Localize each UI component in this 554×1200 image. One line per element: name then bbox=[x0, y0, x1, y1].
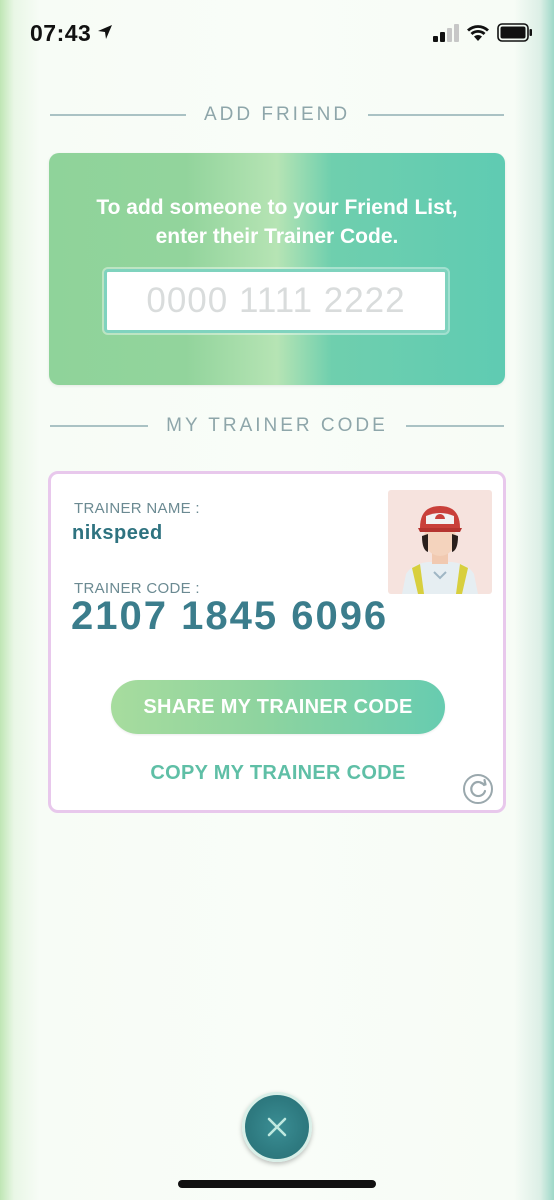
my-trainer-code-header: MY TRAINER CODE bbox=[50, 411, 505, 441]
trainer-avatar bbox=[388, 490, 492, 594]
header-divider bbox=[405, 425, 505, 427]
trainer-avatar-icon bbox=[402, 506, 478, 594]
add-friend-header: ADD FRIEND bbox=[50, 100, 504, 130]
header-divider bbox=[50, 425, 149, 427]
close-icon bbox=[267, 1117, 287, 1137]
trainer-name: nikspeed bbox=[72, 522, 163, 544]
signal-icon bbox=[433, 24, 459, 42]
refresh-icon[interactable] bbox=[462, 773, 494, 805]
header-divider bbox=[368, 114, 504, 116]
share-trainer-code-button[interactable]: SHARE MY TRAINER CODE bbox=[111, 680, 445, 734]
location-arrow-icon bbox=[98, 25, 112, 39]
trainer-code-input[interactable] bbox=[104, 269, 448, 333]
add-friend-instruction: To add someone to your Friend List, ente… bbox=[96, 196, 458, 248]
wifi-icon bbox=[467, 25, 489, 41]
home-indicator[interactable] bbox=[178, 1180, 376, 1188]
my-trainer-code-title: MY TRAINER CODE bbox=[166, 415, 388, 436]
add-friend-card: To add someone to your Friend List, ente… bbox=[49, 153, 505, 385]
copy-trainer-code-button[interactable]: COPY MY TRAINER CODE bbox=[111, 762, 445, 785]
header-divider bbox=[50, 114, 186, 116]
status-time: 07:43 bbox=[30, 20, 92, 46]
close-button[interactable] bbox=[242, 1092, 312, 1162]
status-bar: 07:43 bbox=[0, 0, 554, 64]
trainer-name-label: TRAINER NAME : bbox=[74, 500, 200, 517]
add-friend-title: ADD FRIEND bbox=[203, 104, 351, 125]
battery-icon bbox=[497, 23, 532, 42]
trainer-code: 2107 1845 6096 bbox=[71, 594, 389, 638]
add-friend-screen: 07:43 ADD FRIEND To add someone to your … bbox=[0, 0, 554, 1200]
trainer-code-card: TRAINER NAME : nikspeed TRAINER CODE : 2… bbox=[48, 471, 506, 813]
